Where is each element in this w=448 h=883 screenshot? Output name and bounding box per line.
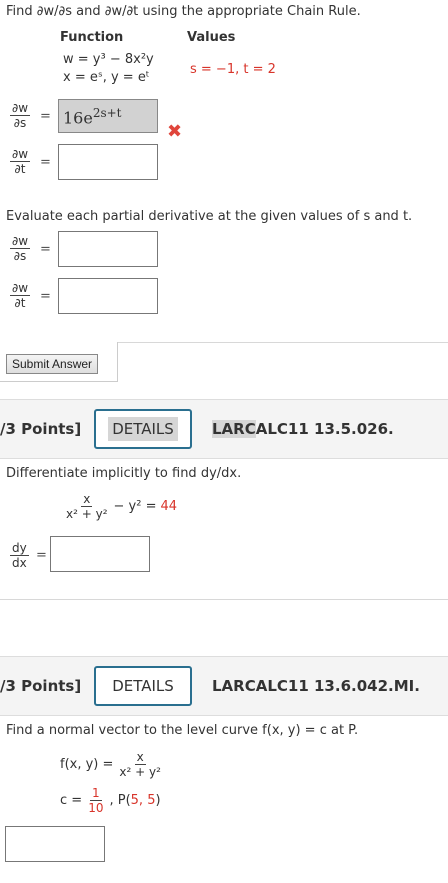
dw-ds-label: ∂w ∂s: [10, 101, 31, 130]
frac-denominator: ∂t: [14, 296, 26, 310]
q2-points: /3 Points]: [0, 420, 82, 438]
equals-sign: =: [40, 242, 51, 257]
equals-sign: =: [40, 155, 51, 170]
q3-prompt: Find a normal vector to the level curve …: [6, 723, 359, 738]
q3-points: /3 Points]: [0, 677, 82, 695]
eq-denominator: x² + y²: [66, 507, 108, 521]
function-line-2: x = eˢ, y = eᵗ: [63, 70, 150, 85]
c-denominator: 10: [88, 801, 104, 815]
function-line-1: w = y³ − 8x²y: [63, 52, 154, 67]
dw-ds-answer-base: 16e: [63, 108, 93, 128]
f-denominator: x² + y²: [119, 765, 161, 779]
point-close: ): [155, 793, 161, 808]
f-numerator: x: [134, 750, 146, 765]
c-numerator: 1: [90, 786, 102, 801]
normal-vector-answer-field[interactable]: [5, 826, 105, 862]
dy-dx-answer-field[interactable]: [50, 536, 150, 572]
dy-dx-label: dy dx: [10, 541, 29, 570]
function-header: Function: [60, 30, 124, 45]
eval-dw-ds-label: ∂w ∂s: [10, 234, 31, 263]
eval-dw-ds-field[interactable]: [58, 231, 158, 267]
q1-prompt: Find ∂w/∂s and ∂w/∂t using the appropria…: [6, 4, 361, 19]
eq-rest: − y² =: [113, 499, 157, 514]
eq-numerator: x: [81, 492, 93, 507]
eval-dw-dt-field[interactable]: [58, 278, 158, 314]
q3-details-button[interactable]: DETAILS: [94, 666, 192, 706]
ref-highlight: LARC: [212, 420, 256, 438]
frac-numerator: ∂w: [10, 147, 31, 162]
equals-sign: =: [40, 289, 51, 304]
frac-numerator: ∂w: [10, 281, 31, 296]
frac-denominator: dx: [12, 556, 27, 570]
divider: [0, 599, 448, 600]
frac-denominator: ∂s: [13, 249, 27, 263]
c-lhs: c =: [60, 793, 83, 808]
point-value: 5, 5: [130, 793, 156, 808]
dw-ds-answer-exponent: 2s+t: [92, 106, 122, 120]
equals-sign: =: [36, 548, 47, 563]
q3-function: f(x, y) = x x² + y²: [60, 750, 163, 779]
q3-c-value: c = 1 10 , P(5, 5): [60, 786, 161, 815]
q3-reference: LARCALC11 13.6.042.MI.: [212, 677, 420, 695]
eval-dw-dt-label: ∂w ∂t: [10, 281, 31, 310]
details-label: DETAILS: [112, 677, 174, 695]
q2-details-button[interactable]: DETAILS: [94, 409, 192, 449]
divider: [118, 342, 448, 343]
frac-denominator: ∂t: [14, 162, 26, 176]
equals-sign: =: [40, 109, 51, 124]
submit-answer-button[interactable]: Submit Answer: [6, 354, 99, 374]
point-label: , P(: [109, 793, 131, 808]
f-lhs: f(x, y) =: [60, 757, 114, 772]
dw-dt-answer-field[interactable]: [58, 144, 158, 180]
evaluate-prompt: Evaluate each partial derivative at the …: [6, 209, 413, 224]
q2-equation: x x² + y² − y² = 44: [64, 492, 177, 521]
values-text: s = −1, t = 2: [190, 62, 276, 77]
x-mark-icon: ✖: [167, 121, 183, 142]
q2-reference: LARCALC11 13.5.026.: [212, 420, 394, 438]
frac-denominator: ∂s: [13, 116, 27, 130]
details-label: DETAILS: [108, 417, 178, 441]
dw-dt-label: ∂w ∂t: [10, 147, 31, 176]
eq-value: 44: [160, 499, 178, 514]
ref-rest: ALC11 13.5.026.: [255, 420, 394, 438]
frac-numerator: dy: [10, 541, 29, 556]
q2-prompt: Differentiate implicitly to find dy/dx.: [6, 466, 242, 481]
frac-numerator: ∂w: [10, 101, 31, 116]
dw-ds-answer-field[interactable]: 16e2s+t: [58, 99, 158, 133]
values-header: Values: [187, 30, 236, 45]
frac-numerator: ∂w: [10, 234, 31, 249]
